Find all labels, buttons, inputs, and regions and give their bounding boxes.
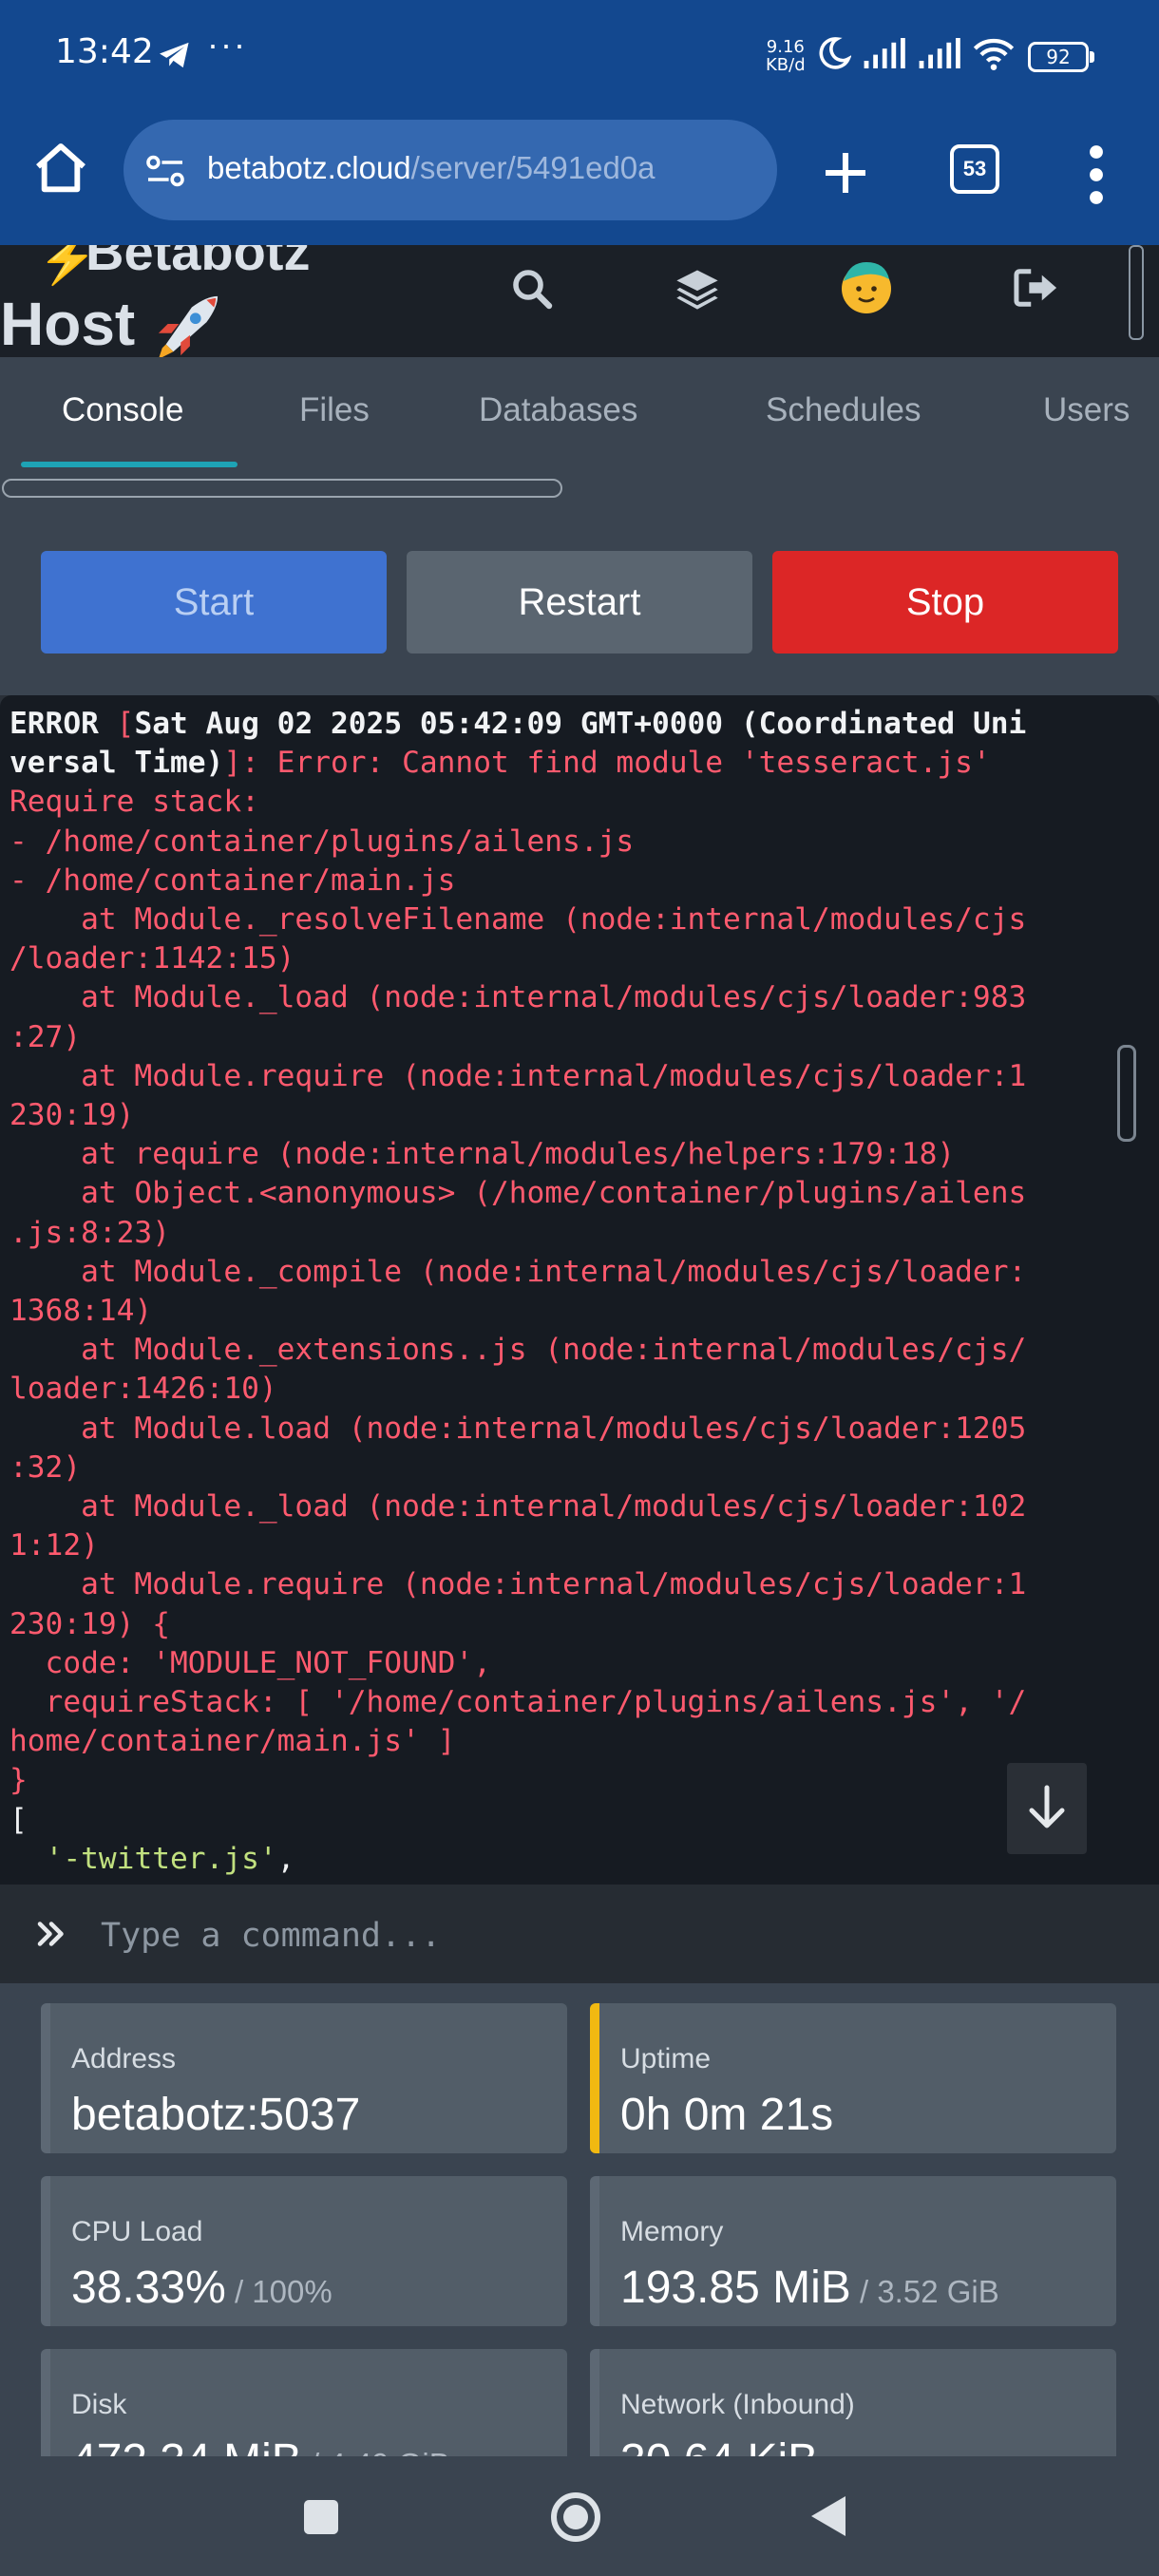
avatar[interactable] xyxy=(838,258,895,315)
console-output[interactable]: ERROR [Sat Aug 02 2025 05:42:09 GMT+0000… xyxy=(0,695,1159,1885)
more-notifications-icon: ··· xyxy=(207,25,247,64)
error-message: : Error: Cannot find module 'tesseract.j… xyxy=(10,746,1027,1798)
chevrons-right-icon xyxy=(34,1917,68,1951)
home-icon[interactable] xyxy=(30,139,91,199)
url-host: betabotz.cloud xyxy=(207,150,411,185)
stat-value: 193.85 MiB / 3.52 GiB xyxy=(620,2263,999,2313)
start-button[interactable]: Start xyxy=(41,551,387,653)
command-bar xyxy=(0,1885,1159,1983)
command-input[interactable] xyxy=(99,1902,1129,1970)
bracket-close: ] xyxy=(223,746,242,781)
active-tab-indicator xyxy=(21,462,238,467)
stat-label: CPU Load xyxy=(71,2216,203,2247)
system-nav-bar xyxy=(0,2456,1159,2576)
stat-limit: / 3.52 GiB xyxy=(850,2274,999,2309)
status-bar: 13:42 ··· 9.16 KB/d 92 xyxy=(0,0,1159,112)
console-log: ERROR [Sat Aug 02 2025 05:42:09 GMT+0000… xyxy=(10,705,1112,1879)
bracket-open: [ xyxy=(98,707,135,741)
error-tag: ERROR xyxy=(10,707,99,741)
server-tabs: Console Files Databases Schedules Users xyxy=(0,357,1159,509)
console-scrollbar[interactable] xyxy=(1117,1045,1136,1142)
new-tab-icon[interactable] xyxy=(819,146,872,199)
header-scrollbar[interactable] xyxy=(1129,245,1144,340)
battery-icon: 92 xyxy=(1028,42,1094,72)
stat-label: Uptime xyxy=(620,2043,712,2074)
brand-subtitle: Host xyxy=(0,290,136,357)
site-settings-icon[interactable] xyxy=(144,154,186,188)
signal-icon xyxy=(863,38,908,68)
restart-button[interactable]: Restart xyxy=(407,551,752,653)
search-icon[interactable] xyxy=(509,266,555,312)
stat-value: 30.64 KiB xyxy=(620,2434,818,2456)
stat-value: 472.34 MiB / 4.49 GiB xyxy=(71,2434,450,2456)
stat-card-disk: Disk 472.34 MiB / 4.49 GiB xyxy=(41,2349,567,2456)
array-open: [ xyxy=(10,1802,28,1837)
status-time: 13:42 xyxy=(55,32,154,71)
telegram-icon xyxy=(158,40,192,70)
url-text: betabotz.cloud/server/5491ed0a xyxy=(207,150,656,186)
tabs-scrollbar[interactable] xyxy=(2,479,562,498)
site-header: ⚡ Betabotz Host xyxy=(0,245,1159,357)
layers-icon[interactable] xyxy=(673,264,722,313)
power-controls: Start Restart Stop xyxy=(0,509,1159,695)
tab-files[interactable]: Files xyxy=(299,391,370,429)
tab-users[interactable]: Users xyxy=(1043,391,1130,429)
signal-icon xyxy=(918,38,963,68)
stat-value: 0h 0m 21s xyxy=(620,2090,834,2140)
stat-card-address: Address betabotz:5037 xyxy=(41,2003,567,2153)
stat-label: Memory xyxy=(620,2216,724,2247)
rocket-icon xyxy=(150,293,226,357)
logout-icon[interactable] xyxy=(1013,266,1060,310)
stat-value: betabotz:5037 xyxy=(71,2090,361,2140)
tab-databases[interactable]: Databases xyxy=(479,391,637,429)
server-stats: Address betabotz:5037 Uptime 0h 0m 21s C… xyxy=(0,1983,1159,2456)
tab-console[interactable]: Console xyxy=(62,391,183,429)
stat-label: Address xyxy=(71,2043,177,2074)
stat-card-memory: Memory 193.85 MiB / 3.52 GiB xyxy=(590,2176,1116,2326)
array-item-tail: , xyxy=(276,1841,295,1876)
array-item: '-twitter.js' xyxy=(45,1841,277,1876)
scroll-to-bottom-button[interactable] xyxy=(1007,1763,1087,1854)
more-menu-icon[interactable] xyxy=(1083,144,1110,205)
stat-limit: / 4.49 GiB xyxy=(302,2447,450,2456)
tab-schedules[interactable]: Schedules xyxy=(766,391,921,429)
back-button[interactable] xyxy=(808,2492,849,2540)
arrow-down-icon xyxy=(1007,1763,1087,1854)
address-bar[interactable]: betabotz.cloud/server/5491ed0a xyxy=(124,120,777,220)
brand-title: Betabotz xyxy=(86,245,311,281)
stat-card-cpu: CPU Load 38.33% / 100% xyxy=(41,2176,567,2326)
browser-toolbar: betabotz.cloud/server/5491ed0a 53 xyxy=(0,112,1159,245)
stat-limit: / 100% xyxy=(225,2274,332,2309)
stat-value: 38.33% / 100% xyxy=(71,2263,332,2313)
home-button[interactable] xyxy=(549,2491,602,2544)
do-not-disturb-icon xyxy=(817,36,851,70)
stop-button[interactable]: Stop xyxy=(772,551,1118,653)
url-path: /server/5491ed0a xyxy=(410,150,656,185)
recents-button[interactable] xyxy=(304,2500,338,2534)
wifi-icon xyxy=(971,36,1016,70)
network-speed: 9.16 KB/d xyxy=(766,37,806,75)
stat-label: Network (Inbound) xyxy=(620,2389,855,2420)
tab-switcher-button[interactable]: 53 xyxy=(950,144,999,194)
stat-label: Disk xyxy=(71,2389,127,2420)
stat-card-uptime: Uptime 0h 0m 21s xyxy=(590,2003,1116,2153)
stat-card-network: Network (Inbound) 30.64 KiB xyxy=(590,2349,1116,2456)
